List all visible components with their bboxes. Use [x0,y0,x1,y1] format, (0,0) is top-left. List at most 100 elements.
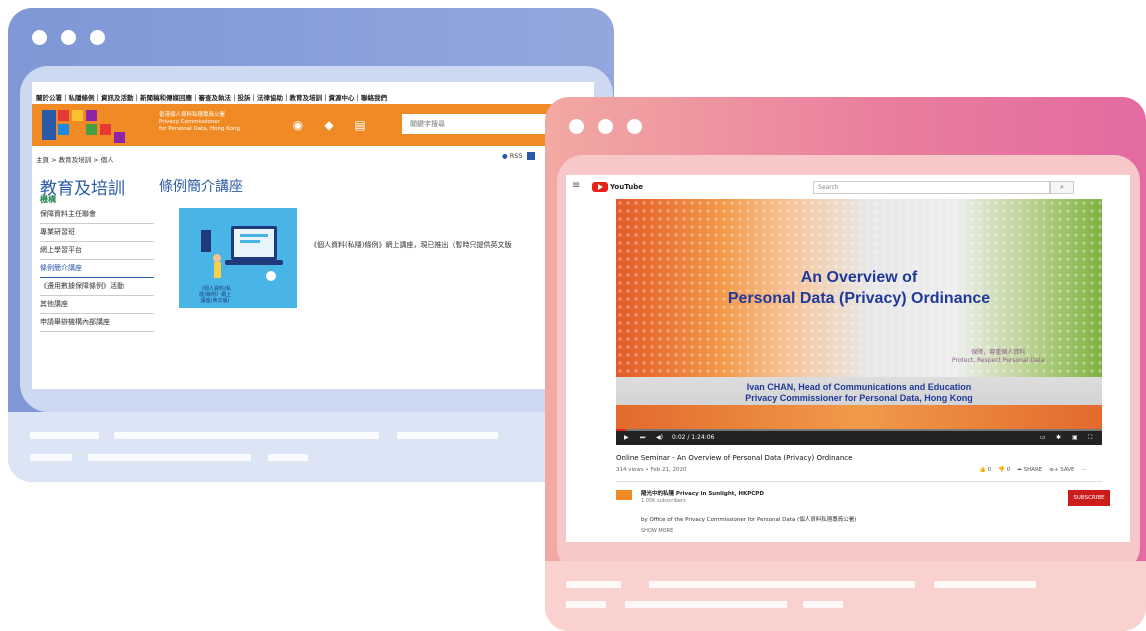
rss-icon[interactable]: ● [502,152,508,160]
logo-tile [86,110,97,121]
save-icon[interactable]: ≡+ [1049,467,1058,473]
show-more-button[interactable]: SHOW MORE [641,528,673,534]
side-nav-item-active[interactable]: 條例簡介講座 [40,260,154,278]
hamburger-menu-icon[interactable]: ≡ [572,180,580,191]
placeholder-line [566,581,621,588]
next-icon[interactable]: ⏭ [640,434,645,442]
subscribe-button[interactable]: SUBSCRIBE [1068,490,1110,506]
seminar-description: 《個人資料(私隱)條例》網上講座，現已推出（暫時只提供英文版 [310,241,512,249]
channel-avatar[interactable] [616,490,632,500]
thumbnail-caption: 《個人資料(私隱)條例》網上講座(英文版) [199,286,231,304]
logo-tile [86,124,97,135]
speaker-organisation: Privacy Commissioner for Personal Data, … [745,393,973,403]
side-nav-item[interactable]: 《遵用數據保障條例》活動 [40,278,154,296]
placeholder-line [803,601,843,608]
more-options-icon[interactable]: ··· [1081,467,1086,473]
logo-tile [114,132,125,143]
placeholder-line [30,432,99,439]
fullscreen-icon[interactable]: ⛶ [1088,434,1092,442]
logo-tile [72,110,83,121]
breadcrumb[interactable]: 主頁 > 教育及培訓 > 個人 [36,154,114,164]
placeholder-line [649,581,915,588]
side-nav-item[interactable]: 申請舉辦機構內部講座 [40,314,154,332]
site-banner: 香港個人資料私隱專員公署 Privacy Commissioner for Pe… [32,104,594,146]
window-controls [569,119,642,134]
placeholder-line [114,432,379,439]
youtube-webpage: ≡ YouTube Search ⌕ An Overview of Person… [566,175,1130,542]
youtube-logo-icon[interactable] [592,182,608,192]
settings-icon[interactable]: ✱ [1056,434,1061,441]
search-icon[interactable]: ⌕ [1050,181,1074,194]
video-heading: An Overview of [800,269,918,286]
share-icon[interactable]: ➦ [1017,467,1022,473]
miniplayer-icon[interactable]: ▣ [1072,434,1078,441]
window-dot [627,119,642,134]
placeholder-line [88,454,251,461]
placeholder-line [625,601,787,608]
video-actions: 👍 0 👎 0 ➦ SHARE ≡+ SAVE ··· [979,467,1087,473]
video-meta: 314 views • Feb 21, 2020 [616,467,687,473]
side-nav-item[interactable]: 其他講座 [40,296,154,314]
document-icon[interactable]: ▤ [352,117,368,133]
video-title: Online Seminar - An Overview of Personal… [616,454,853,462]
video-slogan: 保障，尊重個人資料 Protect, Respect Personal Data [952,349,1045,365]
placeholder-line [30,454,72,461]
speaker-name: Ivan CHAN, Head of Communications and Ed… [746,382,972,392]
side-nav-item[interactable]: 網上學習平台 [40,242,154,260]
font-size-icon[interactable] [526,152,535,160]
placeholder-line [934,581,1036,588]
placeholder-line [268,454,308,461]
channel-name[interactable]: 陽光中的私隱 Privacy in Sunlight, HKPCPD [641,489,764,497]
eye-icon[interactable]: ◉ [290,117,306,133]
window-footer [545,561,1146,631]
logo-tile [58,110,69,121]
window-dot [90,30,105,45]
top-navigation[interactable]: 關於公署｜私隱條例｜資訊及活動｜新聞稿和傳媒回應｜審查及執法｜投訴｜法律協助｜教… [36,92,387,102]
org-name-en: Privacy Commissioner [159,119,220,125]
video-footer-band [616,405,1102,431]
org-name-zh: 香港個人資料私隱專員公署 [159,112,226,118]
video-description: by Office of the Privacy Commissioner fo… [641,517,857,523]
logo-tile [58,124,69,135]
window-dot [569,119,584,134]
video-player[interactable]: An Overview of Personal Data (Privacy) O… [616,199,1102,445]
captions-icon[interactable]: ▭ [1040,434,1046,441]
window-dot [598,119,613,134]
placeholder-line [566,601,606,608]
organisation-name: 香港個人資料私隱專員公署 Privacy Commissioner for Pe… [159,112,240,133]
org-name-en: for Personal Data, Hong Kong [159,126,240,132]
side-navigation: 保障資料主任聯會 專業研習班 網上學習平台 條例簡介講座 《遵用數據保障條例》活… [40,206,154,332]
save-button[interactable]: SAVE [1060,467,1074,473]
search-input[interactable]: Search [813,181,1050,194]
pcpd-logo[interactable] [42,106,142,144]
seminar-thumbnail[interactable]: 《個人資料(私隱)條例》網上講座(英文版) [179,208,297,308]
time-display: 0:02 / 1:24:06 [672,434,715,441]
dislike-count: 0 [1006,467,1011,473]
subscriber-count: 1.05K subscribers [641,498,686,504]
share-button[interactable]: SHARE [1024,467,1043,473]
rss-controls[interactable]: ● RSS [502,152,537,160]
side-nav-item[interactable]: 保障資料主任聯會 [40,206,154,224]
side-nav-item[interactable]: 專業研習班 [40,224,154,242]
tag-icon[interactable]: ◆ [321,117,337,133]
window-dot [32,30,47,45]
page-title: 條例簡介講座 [159,179,243,195]
slogan-zh: 保障，尊重個人資料 [971,349,1026,356]
video-controls: ▶ ⏭ ◀) 0:02 / 1:24:06 ▭ ✱ ▣ ⛶ [616,431,1102,445]
volume-icon[interactable]: ◀) [656,434,663,441]
play-icon[interactable]: ▶ [624,434,629,441]
window-dot [61,30,76,45]
logo-tile [42,110,56,140]
section-subtitle: 機構 [40,195,56,204]
youtube-logo-text[interactable]: YouTube [610,183,643,191]
window-controls [32,30,105,45]
like-count: 0 [987,467,992,473]
video-heading: Personal Data (Privacy) Ordinance [727,290,991,307]
logo-tile [100,124,111,135]
youtube-header: ≡ YouTube Search ⌕ [566,175,1130,197]
like-icon[interactable]: 👍 [979,467,986,473]
slogan-en: Protect, Respect Personal Data [952,357,1045,364]
dislike-icon[interactable]: 👎 [998,467,1005,473]
rss-label[interactable]: RSS [510,152,523,160]
window-footer [8,412,614,482]
